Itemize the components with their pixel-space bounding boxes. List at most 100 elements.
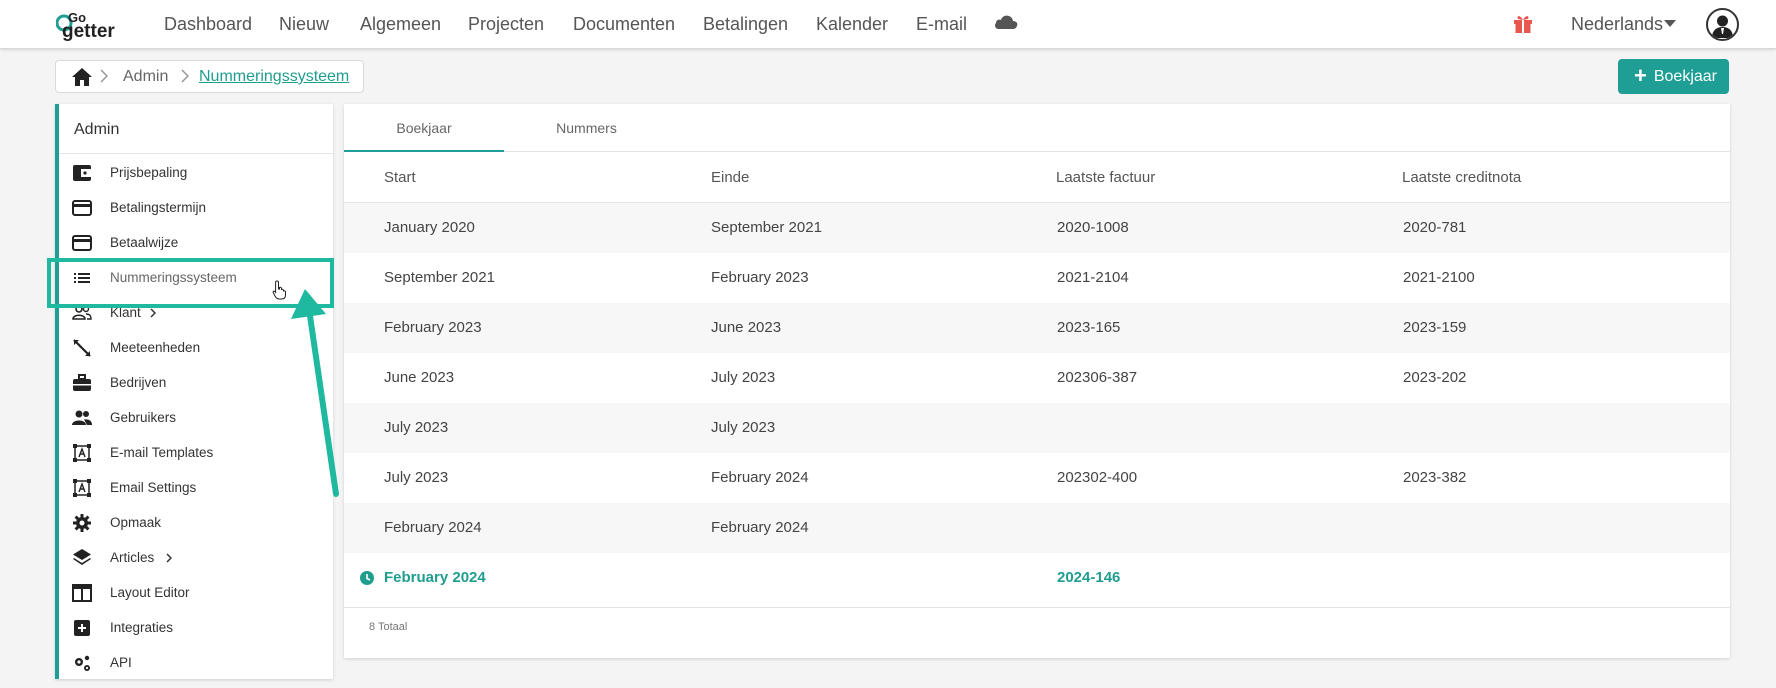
- clock-icon: [360, 571, 374, 585]
- table-row[interactable]: September 2021 February 2023 2021-2104 2…: [344, 253, 1730, 303]
- gogetter-logo[interactable]: Go getter: [56, 8, 134, 42]
- breadcrumb-current[interactable]: Nummeringssysteem: [199, 61, 349, 94]
- cell-laatste-creditnota: 2020-781: [1403, 219, 1467, 236]
- cell-start: July 2023: [384, 419, 449, 436]
- text-box-icon: [73, 479, 91, 497]
- sidebar-item-bedrijven[interactable]: Bedrijven: [59, 365, 333, 400]
- list-icon: [74, 273, 90, 283]
- cell-start: February 2024: [384, 569, 486, 586]
- cell-einde: February 2024: [711, 519, 809, 536]
- sidebar-item-api[interactable]: API: [59, 645, 333, 680]
- sidebar-item-label: Betaalwijze: [110, 235, 179, 250]
- cell-start: February 2023: [384, 319, 482, 336]
- language-selector[interactable]: Nederlands: [1571, 0, 1663, 49]
- logo-text-bottom: getter: [62, 21, 115, 42]
- tab-boekjaar[interactable]: Boekjaar: [344, 104, 504, 152]
- sidebar-item-layout-editor[interactable]: Layout Editor: [59, 575, 333, 610]
- user-avatar[interactable]: [1706, 8, 1739, 41]
- gear-icon: [73, 514, 91, 532]
- home-icon[interactable]: [71, 67, 93, 87]
- column-header-laatste-creditnota[interactable]: Laatste creditnota: [1402, 153, 1521, 203]
- chevron-right-icon: [181, 69, 189, 83]
- sidebar-title: Admin: [74, 121, 120, 138]
- column-header-einde[interactable]: Einde: [711, 153, 749, 203]
- sidebar-item-label: Email Settings: [110, 480, 197, 495]
- cell-einde: June 2023: [711, 319, 782, 336]
- sidebar-divider: [59, 153, 333, 154]
- sidebar-item-gebruikers[interactable]: Gebruikers: [59, 400, 333, 435]
- nav-dashboard[interactable]: Dashboard: [164, 0, 252, 49]
- nav-nieuw[interactable]: Nieuw: [279, 0, 329, 49]
- table-row[interactable]: February 2024 February 2024: [344, 503, 1730, 553]
- sidebar-item-label: Betalingstermijn: [110, 200, 207, 215]
- sidebar-item-betalingstermijn[interactable]: Betalingstermijn: [59, 190, 333, 225]
- sidebar-item-label: Meeteenheden: [110, 340, 201, 355]
- table-row[interactable]: July 2023 July 2023: [344, 403, 1730, 453]
- table-row[interactable]: July 2023 February 2024 202302-400 2023-…: [344, 453, 1730, 503]
- sidebar-item-email-settings[interactable]: Email Settings: [59, 470, 333, 505]
- sidebar-item-betaalwijze[interactable]: Betaalwijze: [59, 225, 333, 260]
- table-row[interactable]: January 2020 September 2021 2020-1008 20…: [344, 203, 1730, 253]
- cell-laatste-creditnota: 2023-202: [1403, 369, 1467, 386]
- top-navbar: Go getter Dashboard Nieuw Algemeen Proje…: [0, 0, 1776, 49]
- cell-laatste-factuur: 2023-165: [1057, 319, 1121, 336]
- tab-bar: Boekjaar Nummers: [344, 104, 1730, 152]
- plus-box-icon: [74, 620, 90, 636]
- ruler-icon: [73, 339, 91, 357]
- layout-icon: [72, 584, 92, 602]
- sidebar-item-email-templates[interactable]: E-mail Templates: [59, 435, 333, 470]
- wallet-icon: [73, 165, 91, 181]
- cell-laatste-factuur: 2024-146: [1057, 569, 1121, 586]
- cell-einde: February 2023: [711, 269, 809, 286]
- breadcrumb-admin[interactable]: Admin: [123, 61, 168, 94]
- sidebar-item-opmaak[interactable]: Opmaak: [59, 505, 333, 540]
- cell-laatste-factuur: 2020-1008: [1057, 219, 1129, 236]
- nav-projecten[interactable]: Projecten: [468, 0, 544, 49]
- chevron-right-icon: [150, 308, 156, 318]
- sidebar-item-prijsbepaling[interactable]: Prijsbepaling: [59, 155, 333, 190]
- nav-betalingen[interactable]: Betalingen: [703, 0, 788, 49]
- nav-algemeen[interactable]: Algemeen: [360, 0, 441, 49]
- sidebar-item-label: Layout Editor: [110, 585, 190, 600]
- plus-icon: +: [1634, 63, 1647, 88]
- table-row[interactable]: June 2023 July 2023 202306-387 2023-202: [344, 353, 1730, 403]
- text-box-icon: [73, 444, 91, 462]
- sidebar-item-klant[interactable]: Klant: [59, 295, 333, 330]
- footer-divider: [344, 607, 1730, 608]
- hand-cursor-icon: [272, 280, 286, 300]
- tab-nummers[interactable]: Nummers: [504, 104, 669, 152]
- cell-start: June 2023: [384, 369, 455, 386]
- column-header-laatste-factuur[interactable]: Laatste factuur: [1056, 153, 1155, 203]
- column-header-start[interactable]: Start: [384, 153, 416, 203]
- cell-start: January 2020: [384, 219, 475, 236]
- sidebar-item-integraties[interactable]: Integraties: [59, 610, 333, 645]
- table-row-current[interactable]: February 2024 2024-146: [344, 553, 1730, 603]
- nav-email[interactable]: E-mail: [916, 0, 967, 49]
- nav-kalender[interactable]: Kalender: [816, 0, 888, 49]
- briefcase-icon: [73, 374, 91, 391]
- chevron-right-icon: [166, 553, 172, 563]
- nav-documenten[interactable]: Documenten: [573, 0, 675, 49]
- sidebar-item-articles[interactable]: Articles: [59, 540, 333, 575]
- sidebar-item-label: Opmaak: [110, 515, 162, 530]
- breadcrumb: Admin Nummeringssysteem: [55, 60, 364, 93]
- cell-laatste-creditnota: 2021-2100: [1403, 269, 1475, 286]
- cell-einde: July 2023: [711, 369, 776, 386]
- users-icon: [72, 410, 92, 425]
- cell-start: September 2021: [384, 269, 495, 286]
- add-boekjaar-button[interactable]: + Boekjaar: [1618, 59, 1729, 94]
- sidebar-item-label: Articles: [110, 550, 155, 565]
- sidebar-item-label: Klant: [110, 305, 141, 320]
- table-row[interactable]: February 2023 June 2023 2023-165 2023-15…: [344, 303, 1730, 353]
- sidebar-item-label: Integraties: [110, 620, 174, 635]
- gift-icon[interactable]: [1512, 12, 1534, 34]
- sidebar-item-meeteenheden[interactable]: Meeteenheden: [59, 330, 333, 365]
- layers-icon: [73, 549, 91, 565]
- boekjaar-panel: Boekjaar Nummers Start Einde Laatste fac…: [344, 104, 1730, 658]
- sidebar-item-nummeringssysteem[interactable]: Nummeringssysteem: [59, 260, 333, 295]
- cloud-icon[interactable]: [993, 12, 1019, 32]
- cell-einde: February 2024: [711, 469, 809, 486]
- sidebar-item-label: E-mail Templates: [110, 445, 214, 460]
- cell-laatste-factuur: 2021-2104: [1057, 269, 1129, 286]
- sidebar-item-label: Gebruikers: [110, 410, 177, 425]
